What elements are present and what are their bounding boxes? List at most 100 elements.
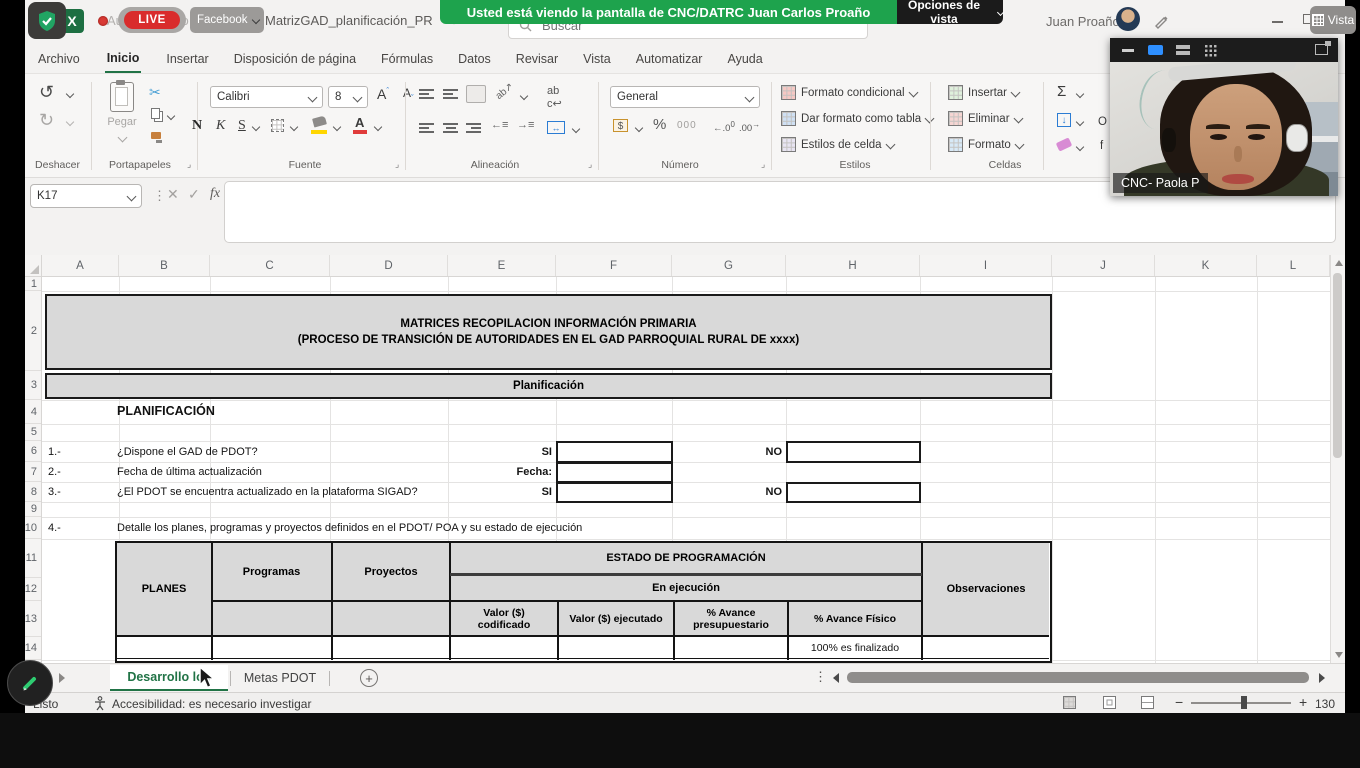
row-header-1[interactable]: 1 <box>25 277 41 291</box>
font-color-icon[interactable]: A <box>355 115 364 130</box>
zoom-in-icon[interactable]: + <box>1299 694 1307 710</box>
document-title[interactable]: MatrizGAD_planificación_PR <box>265 13 433 28</box>
zoom-slider-thumb[interactable] <box>1241 696 1247 709</box>
column-header-D[interactable]: D <box>330 255 448 277</box>
hscroll-left-icon[interactable] <box>833 673 839 683</box>
autosum-chevron-icon[interactable] <box>1076 90 1084 98</box>
q3-si-input-cell[interactable] <box>556 482 673 503</box>
row-header-4[interactable]: 4 <box>25 400 41 424</box>
column-header-A[interactable]: A <box>42 255 119 277</box>
underline-button[interactable]: S <box>238 118 246 134</box>
row-header-9[interactable]: 9 <box>25 502 41 517</box>
borders-chevron-icon[interactable] <box>290 123 298 131</box>
fill-down-icon[interactable]: ↓ <box>1057 113 1071 127</box>
avatar[interactable] <box>1116 7 1140 31</box>
column-header-I[interactable]: I <box>920 255 1052 277</box>
hscroll-right-icon[interactable] <box>1319 673 1325 683</box>
vista-button[interactable]: Vista <box>1310 6 1356 34</box>
undo-icon[interactable]: ↺ <box>39 82 54 103</box>
row-header-8[interactable]: 8 <box>25 482 41 502</box>
bold-button[interactable]: N <box>192 118 202 134</box>
autosum-icon[interactable]: Σ <box>1057 83 1066 100</box>
sheet-canvas[interactable]: MATRICES RECOPILACION INFORMACIÓN PRIMAR… <box>42 277 1330 663</box>
cell-styles-button[interactable]: Estilos de celda <box>781 137 894 152</box>
gallery-view-icon[interactable] <box>1204 44 1217 57</box>
sheet-tab-metas[interactable]: Metas PDOT <box>233 665 327 691</box>
row-header-3[interactable]: 3 <box>25 371 41 400</box>
grid-corner[interactable] <box>25 255 42 277</box>
normal-view-icon[interactable] <box>1063 696 1076 709</box>
redo-chevron-icon[interactable] <box>66 118 74 126</box>
font-color-chevron-icon[interactable] <box>374 123 382 131</box>
italic-button[interactable]: K <box>216 118 225 134</box>
formula-options-icon[interactable]: ⋮ <box>153 188 166 204</box>
copy-chevron-icon[interactable] <box>167 112 175 120</box>
pen-icon[interactable] <box>1152 12 1170 30</box>
page-layout-view-icon[interactable] <box>1103 696 1116 709</box>
list-view-icon[interactable] <box>1176 45 1190 55</box>
facebook-stream-button[interactable]: Facebook <box>190 7 264 33</box>
align-left-icon[interactable] <box>419 122 434 134</box>
undo-chevron-icon[interactable] <box>66 90 74 98</box>
paste-button[interactable]: Pegar <box>101 82 143 152</box>
merge-chevron-icon[interactable] <box>572 125 580 133</box>
row-header-13[interactable]: 13 <box>25 601 41 637</box>
add-sheet-button[interactable]: + <box>360 669 378 687</box>
orientation-icon[interactable]: ab↗ <box>494 81 516 102</box>
q3-no-input-cell[interactable] <box>786 482 921 503</box>
scroll-up-icon[interactable] <box>1335 260 1343 266</box>
tab-automatizar[interactable]: Automatizar <box>636 52 703 66</box>
percent-style-icon[interactable]: % <box>653 116 666 133</box>
tab-archivo[interactable]: Archivo <box>38 52 80 66</box>
format-painter-icon[interactable] <box>151 132 161 139</box>
accounting-chevron-icon[interactable] <box>635 124 643 132</box>
delete-cells-button[interactable]: Eliminar <box>948 111 1022 126</box>
orientation-chevron-icon[interactable] <box>520 92 528 100</box>
alignment-dialog-launcher-icon[interactable]: ⌟ <box>588 159 592 170</box>
tab-vista[interactable]: Vista <box>583 52 611 66</box>
column-header-H[interactable]: H <box>786 255 920 277</box>
tab-revisar[interactable]: Revisar <box>516 52 558 66</box>
accessibility-status[interactable]: Accesibilidad: es necesario investigar <box>112 697 311 711</box>
cancel-icon[interactable]: ✕ <box>167 186 179 203</box>
increase-decimal-icon[interactable]: ←.00 <box>713 120 735 134</box>
column-header-B[interactable]: B <box>119 255 210 277</box>
sheet-nav-right-icon[interactable] <box>59 673 65 683</box>
accounting-format-icon[interactable]: $ <box>613 119 628 132</box>
tab-inicio[interactable]: Inicio <box>105 46 142 73</box>
clear-eraser-icon[interactable] <box>1056 137 1072 151</box>
fill-color-icon[interactable] <box>312 115 327 127</box>
wrap-text-icon[interactable]: abc↩ <box>547 85 562 110</box>
row-header-12[interactable]: 12 <box>25 578 41 601</box>
font-size-combobox[interactable]: 8 <box>328 86 368 108</box>
tab-ayuda[interactable]: Ayuda <box>727 52 762 66</box>
format-cells-button[interactable]: Formato <box>948 137 1023 152</box>
horizontal-scroll-thumb[interactable] <box>847 672 1309 683</box>
zoom-out-icon[interactable]: − <box>1175 694 1183 710</box>
number-format-combobox[interactable]: General <box>610 86 760 108</box>
column-header-F[interactable]: F <box>556 255 672 277</box>
fill-chevron-icon[interactable] <box>333 123 341 131</box>
comma-style-icon[interactable]: 000 <box>677 120 697 131</box>
merge-center-icon[interactable]: ↔ <box>547 121 565 134</box>
align-middle-icon[interactable] <box>443 88 458 100</box>
minimize-window-icon[interactable] <box>1272 21 1283 23</box>
align-right-icon[interactable] <box>466 122 481 134</box>
align-center-icon[interactable] <box>443 122 458 134</box>
column-header-L[interactable]: L <box>1257 255 1330 277</box>
fill-down-chevron-icon[interactable] <box>1076 118 1084 126</box>
decrease-indent-icon[interactable]: ←≡ <box>491 119 508 131</box>
underline-chevron-icon[interactable] <box>252 123 260 131</box>
accessibility-icon[interactable] <box>93 696 107 711</box>
clipboard-dialog-launcher-icon[interactable]: ⌟ <box>187 159 191 170</box>
name-box[interactable]: K17 <box>30 184 142 208</box>
font-name-combobox[interactable]: Calibri <box>210 86 323 108</box>
clear-chevron-icon[interactable] <box>1076 143 1084 151</box>
insert-function-icon[interactable]: fx <box>210 186 220 202</box>
borders-icon[interactable] <box>271 119 284 132</box>
popout-icon[interactable] <box>1315 44 1328 55</box>
format-as-table-button[interactable]: Dar formato como tabla <box>781 111 933 126</box>
row-header-5[interactable]: 5 <box>25 424 41 441</box>
column-header-E[interactable]: E <box>448 255 556 277</box>
video-window[interactable]: CNC- Paola P <box>1110 38 1338 196</box>
